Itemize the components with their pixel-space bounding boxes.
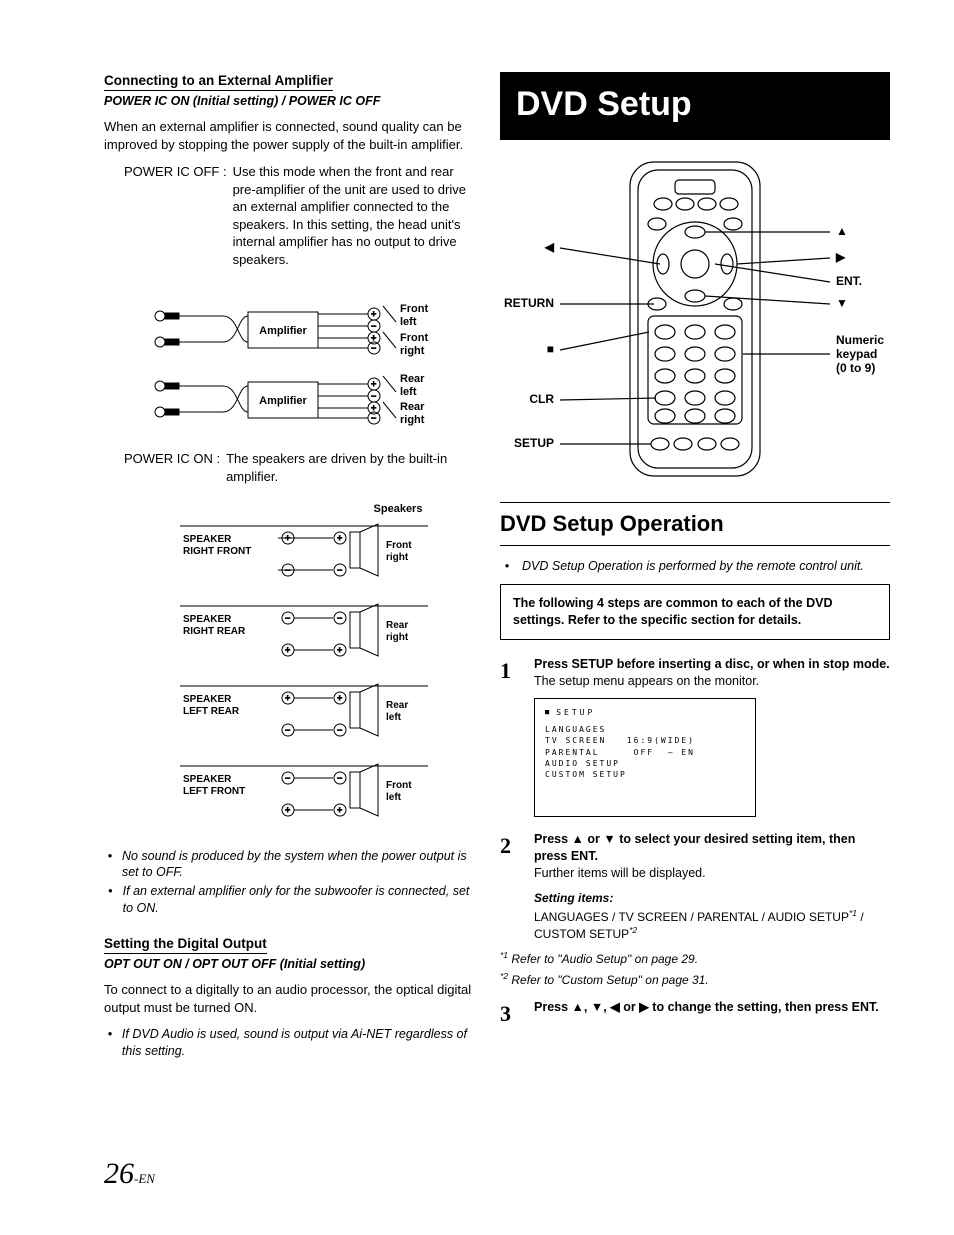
svg-text:Numeric: Numeric	[836, 333, 884, 347]
svg-text:+: +	[371, 333, 376, 343]
svg-text:LEFT REAR: LEFT REAR	[183, 706, 240, 717]
svg-text:+: +	[285, 805, 290, 815]
step-1: 1 Press SETUP before inserting a disc, o…	[500, 656, 890, 821]
svg-text:−: −	[371, 391, 376, 401]
svg-text:Rear: Rear	[400, 401, 425, 413]
amplifier-diagram: + − + − + − + − Amplifier Amplifi	[104, 282, 472, 442]
svg-text:(0 to 9): (0 to 9)	[836, 361, 875, 375]
svg-text:Rear: Rear	[400, 373, 425, 385]
remote-diagram: ◀ RETURN ■ CLR SETUP ▲ ▶ ENT. ▼ Numeric …	[500, 154, 890, 484]
svg-text:left: left	[386, 792, 402, 803]
svg-text:+: +	[285, 645, 290, 655]
svg-text:−: −	[337, 773, 342, 783]
svg-text:−: −	[285, 613, 290, 623]
section-title: DVD Setup Operation	[500, 502, 890, 546]
framed-note: The following 4 steps are common to each…	[500, 584, 890, 640]
svg-text:+: +	[337, 645, 342, 655]
step-3: 3 Press ▲, ▼, ◀ or ▶ to change the setti…	[500, 999, 890, 1029]
svg-text:■: ■	[547, 342, 554, 356]
svg-text:Rear: Rear	[386, 700, 408, 711]
svg-text:left: left	[400, 386, 417, 398]
svg-text:ENT.: ENT.	[836, 274, 862, 288]
poweric-off-def: POWER IC OFF : Use this mode when the fr…	[124, 163, 472, 268]
heading-digital-out-sub: OPT OUT ON / OPT OUT OFF (Initial settin…	[104, 956, 472, 973]
svg-text:SPEAKER: SPEAKER	[183, 614, 232, 625]
step-2: 2 Press ▲ or ▼ to select your desired se…	[500, 831, 890, 942]
intro-text: When an external amplifier is connected,…	[104, 118, 472, 153]
svg-text:RETURN: RETURN	[504, 296, 554, 310]
svg-text:RIGHT REAR: RIGHT REAR	[183, 626, 246, 637]
svg-text:right: right	[386, 552, 409, 563]
svg-text:−: −	[371, 413, 376, 423]
svg-text:+: +	[285, 693, 290, 703]
svg-text:−: −	[371, 343, 376, 353]
heading-ext-amp-sub: POWER IC ON (Initial setting) / POWER IC…	[104, 93, 472, 110]
left-column: Connecting to an External Amplifier POWE…	[104, 72, 472, 1066]
svg-text:−: −	[285, 565, 290, 575]
svg-text:SPEAKER: SPEAKER	[183, 694, 232, 705]
svg-text:SPEAKER: SPEAKER	[183, 774, 232, 785]
heading-ext-amp: Connecting to an External Amplifier	[104, 72, 333, 91]
poweric-on-def: POWER IC ON : The speakers are driven by…	[124, 450, 472, 485]
svg-text:−: −	[285, 773, 290, 783]
svg-text:RIGHT FRONT: RIGHT FRONT	[183, 546, 251, 557]
svg-text:+: +	[337, 805, 342, 815]
banner-dvd-setup: DVD Setup	[500, 72, 890, 140]
svg-text:▼: ▼	[836, 296, 848, 310]
svg-text:+: +	[371, 403, 376, 413]
svg-text:Front: Front	[386, 540, 412, 551]
svg-text:▶: ▶	[835, 250, 846, 264]
svg-text:keypad: keypad	[836, 347, 877, 361]
speaker-diagram: Speakers + + − −	[104, 500, 472, 840]
heading-digital-out: Setting the Digital Output	[104, 935, 267, 954]
svg-text:SPEAKER: SPEAKER	[183, 534, 232, 545]
svg-text:left: left	[400, 316, 417, 328]
svg-text:+: +	[371, 379, 376, 389]
svg-text:Front: Front	[400, 332, 428, 344]
svg-text:◀: ◀	[544, 240, 555, 254]
svg-text:Speakers: Speakers	[374, 503, 423, 515]
svg-text:SETUP: SETUP	[514, 436, 554, 450]
svg-text:−: −	[337, 565, 342, 575]
svg-text:right: right	[386, 632, 409, 643]
svg-text:−: −	[337, 613, 342, 623]
setup-menu-screenshot: ■SETUP LANGUAGES TV SCREEN 16:9(WIDE) PA…	[534, 698, 756, 817]
page-number: 26-EN	[104, 1157, 155, 1191]
svg-text:−: −	[337, 725, 342, 735]
svg-text:▲: ▲	[836, 224, 848, 238]
right-column: DVD Setup	[500, 72, 890, 1066]
svg-text:right: right	[400, 414, 425, 426]
svg-text:LEFT FRONT: LEFT FRONT	[183, 786, 245, 797]
svg-text:+: +	[337, 533, 342, 543]
svg-text:Rear: Rear	[386, 620, 408, 631]
svg-text:Front: Front	[400, 303, 428, 315]
svg-text:left: left	[386, 712, 402, 723]
digital-intro: To connect to a digitally to an audio pr…	[104, 981, 472, 1016]
svg-text:−: −	[285, 725, 290, 735]
svg-text:CLR: CLR	[529, 392, 554, 406]
svg-text:right: right	[400, 345, 425, 357]
svg-text:Amplifier: Amplifier	[259, 325, 307, 337]
svg-text:+: +	[285, 533, 290, 543]
svg-text:Front: Front	[386, 780, 412, 791]
svg-text:+: +	[337, 693, 342, 703]
svg-text:+: +	[371, 309, 376, 319]
svg-text:−: −	[371, 321, 376, 331]
svg-text:Amplifier: Amplifier	[259, 395, 307, 407]
